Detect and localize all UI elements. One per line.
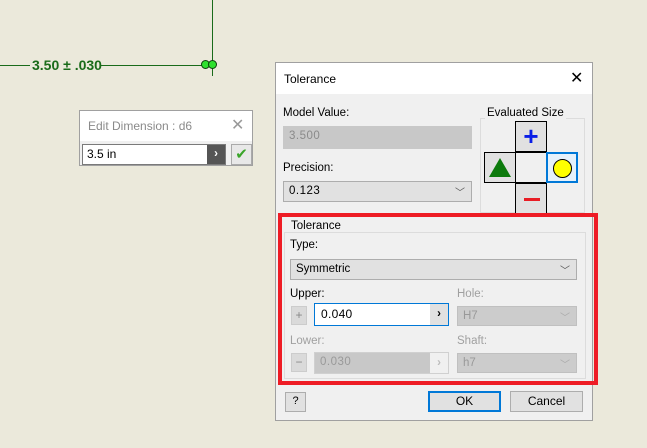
expand-arrow-button[interactable]: › — [207, 145, 225, 164]
lower-input: 0.030 — [314, 352, 449, 374]
type-label: Type: — [290, 239, 319, 251]
edit-dimension-popup: Edit Dimension : d6 ✕ 3.5 in › ✔ — [79, 110, 253, 166]
model-value-field: 3.500 — [283, 126, 472, 149]
close-icon[interactable]: ✕ — [570, 68, 583, 88]
plus-sign-button[interactable]: + — [291, 306, 307, 325]
close-icon[interactable]: ✕ — [231, 115, 244, 135]
evaluated-size-label: Evaluated Size — [485, 107, 566, 119]
tolerance-group-label: Tolerance — [289, 220, 343, 232]
chevron-down-icon: ﹀ — [455, 188, 465, 199]
ok-button[interactable]: OK — [428, 391, 501, 412]
triangle-icon — [489, 158, 511, 177]
type-value: Symmetric — [296, 263, 351, 275]
upper-expand-button[interactable]: › — [430, 304, 448, 325]
shaft-select: h7 ﹀ — [457, 353, 577, 373]
chevron-down-icon: ﹀ — [560, 360, 570, 371]
precision-select[interactable]: 0.123 ﹀ — [283, 181, 472, 202]
minus-icon — [524, 198, 540, 201]
hole-value: H7 — [463, 310, 478, 322]
shaft-value: h7 — [463, 357, 476, 369]
chevron-down-icon: ﹀ — [560, 313, 570, 324]
nominal-size-center — [515, 152, 547, 183]
upper-label: Upper: — [290, 288, 325, 300]
dimension-value-text: 3.5 in — [87, 147, 117, 161]
precision-value: 0.123 — [289, 185, 321, 197]
upper-input[interactable]: 0.040 — [314, 303, 449, 326]
hole-select: H7 ﹀ — [457, 306, 577, 326]
help-button[interactable]: ? — [285, 392, 306, 412]
cancel-button[interactable]: Cancel — [510, 391, 583, 412]
upper-value: 0.040 — [321, 307, 353, 321]
dimension-value-input[interactable]: 3.5 in — [82, 144, 226, 165]
dialog-title: Tolerance — [284, 72, 337, 86]
dimension-text[interactable]: 3.50 ± .030 — [32, 57, 102, 73]
upper-size-button[interactable]: + — [515, 121, 547, 152]
model-value-label: Model Value: — [283, 107, 350, 119]
accept-button[interactable]: ✔ — [231, 144, 252, 165]
lower-expand-button: › — [430, 353, 448, 373]
type-select[interactable]: Symmetric ﹀ — [290, 259, 577, 280]
nominal-size-button[interactable] — [546, 152, 578, 183]
lower-size-button[interactable] — [515, 183, 547, 214]
median-size-button[interactable] — [484, 152, 516, 183]
edit-dimension-title: Edit Dimension : d6 — [88, 119, 193, 133]
circle-icon — [553, 159, 572, 178]
chevron-down-icon: ﹀ — [560, 266, 570, 277]
minus-sign-button: − — [291, 353, 307, 372]
hole-label: Hole: — [457, 288, 484, 300]
dimension-line-right — [101, 65, 209, 66]
lower-value: 0.030 — [320, 356, 352, 368]
dimension-line-left — [0, 65, 30, 66]
lower-label: Lower: — [290, 335, 325, 347]
shaft-label: Shaft: — [457, 335, 488, 347]
tolerance-dialog: Tolerance ✕ Model Value: 3.500 Precision… — [275, 62, 598, 421]
precision-label: Precision: — [283, 162, 334, 174]
sketch-point[interactable] — [208, 60, 217, 69]
